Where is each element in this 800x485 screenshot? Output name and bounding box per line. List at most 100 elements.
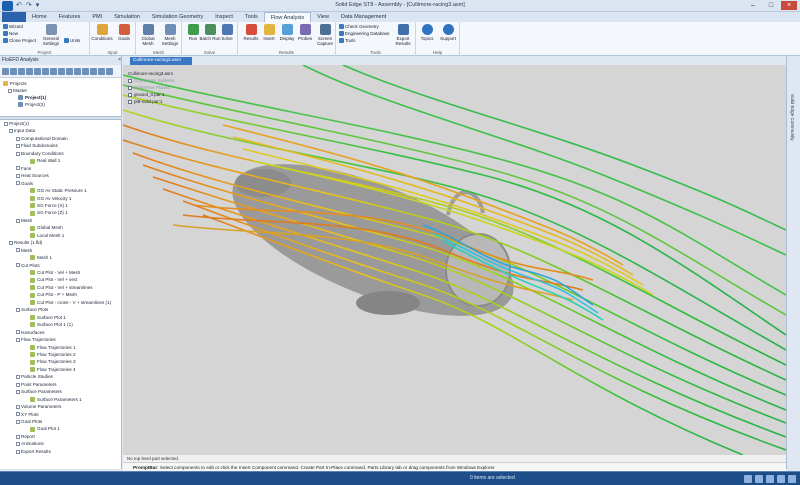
tree-item-project-1[interactable]: Project(1) [18,94,46,101]
tool-icon[interactable] [26,68,33,75]
tree-item[interactable]: Boundary Conditions [16,150,64,157]
tree-item[interactable]: GG Av Static Pressure 1 [30,187,87,194]
tree-item[interactable]: Isosurfaces [16,329,45,336]
tree-item[interactable]: XY Plots [16,411,39,418]
tree-item[interactable]: Heat Sources [16,172,49,179]
tree-item[interactable]: Export Results [16,448,51,455]
view-icon[interactable] [788,475,796,483]
tool-icon[interactable] [34,68,41,75]
ground-part-item[interactable]: ground_0.par:1 [128,91,224,98]
tree-item-project-2[interactable]: Project(2) [18,101,45,108]
maximize-button[interactable]: □ [763,1,779,10]
tab-pmi[interactable]: PMI [86,12,108,22]
tree-item[interactable]: Global Mesh [30,224,63,231]
tree-item[interactable]: Point Parameters [16,381,57,388]
tree-item[interactable]: Results (1.fld) [9,239,42,246]
units-button[interactable]: Units [64,38,80,44]
tree-item[interactable]: Surface Parameters [16,388,62,395]
assembly-root[interactable]: Cullimore-racing3.asm [128,70,224,77]
tree-item[interactable]: Mesh 1 [30,254,52,261]
engineering-database-button[interactable]: Engineering Database [339,31,390,37]
tree-item[interactable]: Fans [16,165,31,172]
tree-item[interactable]: Project(1) [4,120,29,127]
tool-icon[interactable] [42,68,49,75]
tool-icon[interactable] [82,68,89,75]
tree-item[interactable]: Flow Trajectories 1 [30,344,76,351]
tree-item[interactable]: GG Av Velocity 1 [30,195,71,202]
tree-item[interactable]: Real Wall 1 [30,157,60,164]
minimize-button[interactable]: – [745,1,761,10]
coordinate-systems-item[interactable]: Coordinate Systems [128,77,224,84]
tree-item[interactable]: Flow Trajectories 2 [30,351,76,358]
tab-features[interactable]: Features [53,12,87,22]
tree-item[interactable]: Cut Plots [16,262,40,269]
tree-item[interactable]: Cut Plot - cross - V + streamlines (1) [30,299,111,306]
tool-icon[interactable] [98,68,105,75]
tree-item[interactable]: Input Data [9,127,35,134]
tool-icon[interactable] [74,68,81,75]
tree-item[interactable]: Local Mesh 1 [30,232,64,239]
general-settings-button[interactable]: General Settings [40,24,62,46]
tree-item[interactable]: Surface Plots [16,306,48,313]
tree-item[interactable]: Goal Plots [16,418,42,425]
tree-item[interactable]: Goal Plot 1 [30,425,60,432]
tree-item[interactable]: Surface Plot 1 [30,314,66,321]
tab-home[interactable]: Home [26,12,53,22]
tab-simulation[interactable]: Simulation [108,12,146,22]
mesh-settings-button[interactable]: Mesh Settings [159,24,181,46]
tree-item[interactable]: Surface Parameters 1 [30,396,82,403]
tool-icon[interactable] [90,68,97,75]
probes-button[interactable]: Probes [294,24,316,41]
wizard-button[interactable]: Wizard [3,24,23,30]
tree-item[interactable]: Particle Studies [16,373,53,380]
support-button[interactable]: Support [437,24,459,41]
tool-icon[interactable] [66,68,73,75]
tree-item[interactable]: SG Force (X) 1 [30,202,68,209]
tree-item[interactable]: Cut Plot - P + Mesh [30,291,77,298]
new-project-button[interactable]: New [3,31,18,37]
reference-planes-item[interactable]: Reference Planes [128,84,224,91]
tree-item-master[interactable]: Master [8,87,27,94]
tool-icon[interactable] [2,68,9,75]
tree-item[interactable]: SG Force (Z) 1 [30,209,68,216]
tools-dropdown[interactable]: Tools [339,38,356,44]
tree-item[interactable]: Mesh [16,247,32,254]
tree-item[interactable]: Fluid Subdomains [16,142,58,149]
conditions-button[interactable]: Conditions [91,24,113,41]
tab-tools[interactable]: Tools [239,12,264,22]
tree-item[interactable]: Cut Plot - Vel + Mesh [30,269,80,276]
solve-button[interactable]: Solve [216,24,238,41]
graphics-viewport[interactable] [123,65,786,455]
tree-item[interactable]: Flow Trajectories 4 [30,366,76,373]
tab-flow-analysis[interactable]: Flow Analysis [263,12,312,22]
tool-icon[interactable] [50,68,57,75]
file-tab[interactable] [2,12,26,22]
tree-item[interactable]: Flow Trajectories 3 [30,358,76,365]
tool-icon[interactable] [10,68,17,75]
tool-icon[interactable] [106,68,113,75]
tree-item-projects[interactable]: Projects [3,80,27,87]
tab-view[interactable]: View [311,12,335,22]
tree-item[interactable]: Surface Plot 1 (1) [30,321,73,328]
topics-button[interactable]: Topics [416,24,438,41]
export-results-button[interactable]: Export Results [392,24,414,46]
tool-icon[interactable] [58,68,65,75]
tree-item[interactable]: Volume Parameters [16,403,61,410]
tool-icon[interactable] [18,68,25,75]
document-tab[interactable]: Cullimore-racing3.asm [130,57,192,65]
goals-button[interactable]: Goals [113,24,135,41]
zoom-icon[interactable] [744,475,752,483]
tree-item[interactable]: Goals [16,180,33,187]
tree-item[interactable]: Computational Domain [16,135,68,142]
tree-item[interactable]: Cut Plot - Vel + vect [30,276,77,283]
clone-project-button[interactable]: Clone Project [3,38,36,44]
tree-item[interactable]: Flow Trajectories [16,336,56,343]
solid-part-item[interactable]: pt8-solid.par:1 [128,98,224,105]
tab-inspect[interactable]: Inspect [209,12,239,22]
close-button[interactable]: × [781,1,797,10]
pan-icon[interactable] [766,475,774,483]
screen-capture-button[interactable]: Screen Capture [314,24,336,46]
tab-simulation-geometry[interactable]: Simulation Geometry [146,12,209,22]
tree-item[interactable]: Mesh [16,217,32,224]
tree-item[interactable]: Report [16,433,35,440]
